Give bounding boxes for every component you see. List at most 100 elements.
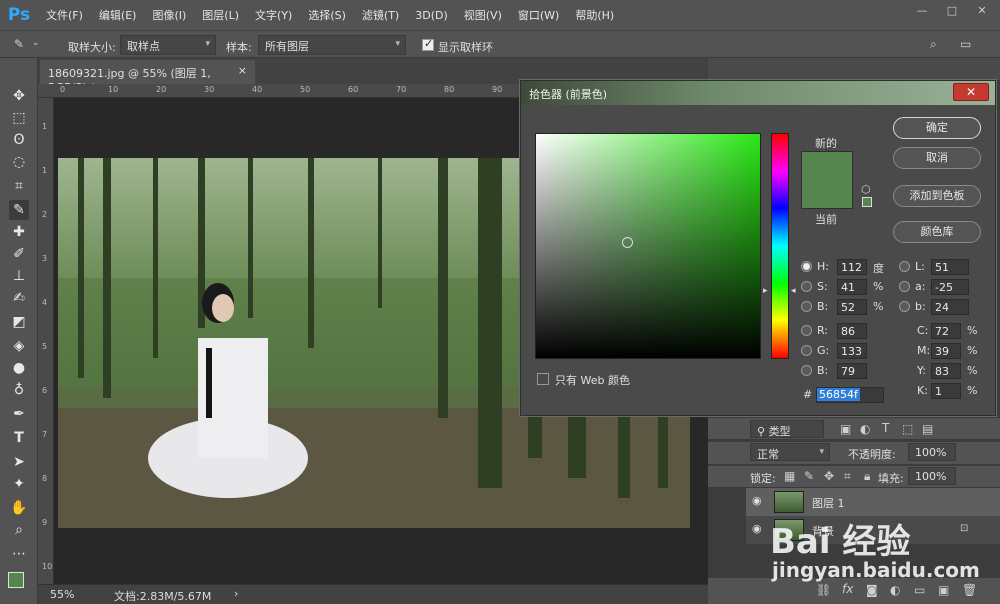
eye-icon[interactable]: ◉ bbox=[752, 494, 762, 507]
stamp-tool-icon[interactable]: ⊥ bbox=[9, 266, 29, 286]
blend-mode-dropdown[interactable]: 正常 ▾ bbox=[750, 443, 830, 461]
pen-tool-icon[interactable]: ✒ bbox=[9, 404, 29, 424]
color-libraries-button[interactable]: 颜色库 bbox=[893, 221, 981, 243]
menu-type[interactable]: 文字(Y) bbox=[247, 7, 300, 23]
opacity-input[interactable]: 100% bbox=[908, 443, 956, 461]
shape-tool-icon[interactable]: ✦ bbox=[9, 474, 29, 494]
move-tool-icon[interactable]: ✥ bbox=[9, 86, 29, 106]
menu-view[interactable]: 视图(V) bbox=[456, 7, 510, 23]
dialog-title-bar[interactable]: 拾色器 (前景色) bbox=[521, 81, 995, 105]
radio-hue[interactable] bbox=[801, 261, 812, 272]
show-ring-checkbox[interactable]: ✓ bbox=[422, 37, 434, 51]
hue-slider-right-arrow[interactable]: ◂ bbox=[791, 286, 796, 296]
smart-object-filter-icon[interactable]: ▤ bbox=[922, 422, 933, 436]
lock-transparent-icon[interactable]: ▦ bbox=[784, 469, 795, 483]
hand-tool-icon[interactable]: ✋ bbox=[9, 498, 29, 518]
layer-filter-dropdown[interactable]: ⚲ 类型 bbox=[750, 420, 824, 438]
radio-lab-l[interactable] bbox=[899, 261, 910, 272]
type-tool-icon[interactable]: T bbox=[9, 428, 29, 448]
lock-position-icon[interactable]: ✥ bbox=[824, 469, 834, 483]
lock-artboard-icon[interactable]: ⌗ bbox=[844, 469, 851, 484]
menu-help[interactable]: 帮助(H) bbox=[567, 7, 622, 23]
menu-select[interactable]: 选择(S) bbox=[300, 7, 354, 23]
lock-pixels-icon[interactable]: ✎ bbox=[804, 469, 814, 483]
pixel-filter-icon[interactable]: ▣ bbox=[840, 422, 851, 436]
close-window-button[interactable]: ✕ bbox=[972, 4, 992, 20]
lab-a-input[interactable]: -25 bbox=[931, 279, 969, 295]
hue-input[interactable]: 112 bbox=[837, 259, 867, 275]
lab-l-input[interactable]: 51 bbox=[931, 259, 969, 275]
menu-edit[interactable]: 编辑(E) bbox=[91, 7, 145, 23]
eyedropper-tool-icon[interactable]: ✎ bbox=[9, 200, 29, 220]
minimize-button[interactable]: — bbox=[912, 4, 932, 20]
gamut-cube-icon[interactable]: ⬡ bbox=[861, 183, 871, 196]
add-to-swatches-button[interactable]: 添加到色板 bbox=[893, 185, 981, 207]
brightness-input[interactable]: 52 bbox=[837, 299, 867, 315]
menu-layer[interactable]: 图层(L) bbox=[194, 7, 247, 23]
cyan-input[interactable]: 72 bbox=[931, 323, 961, 339]
crop-tool-icon[interactable]: ⌗ bbox=[9, 176, 29, 196]
dialog-close-button[interactable]: ✕ bbox=[953, 83, 989, 101]
zoom-level[interactable]: 55% bbox=[50, 588, 74, 601]
lab-b-input[interactable]: 24 bbox=[931, 299, 969, 315]
blur-tool-icon[interactable]: ● bbox=[9, 358, 29, 378]
cancel-button[interactable]: 取消 bbox=[893, 147, 981, 169]
fill-input[interactable]: 100% bbox=[908, 467, 956, 485]
lasso-tool-icon[interactable]: ʘ bbox=[9, 130, 29, 150]
hex-input[interactable]: 56854f bbox=[816, 387, 884, 403]
maximize-button[interactable]: □ bbox=[942, 4, 962, 20]
more-tools-icon[interactable]: ⋯ bbox=[9, 544, 29, 564]
radio-lab-b[interactable] bbox=[899, 301, 910, 312]
foreground-color-swatch[interactable] bbox=[8, 572, 24, 588]
path-select-icon[interactable]: ➤ bbox=[9, 452, 29, 472]
menu-filter[interactable]: 滤镜(T) bbox=[354, 7, 407, 23]
radio-red[interactable] bbox=[801, 325, 812, 336]
close-tab-icon[interactable]: × bbox=[238, 64, 247, 77]
healing-tool-icon[interactable]: ✚ bbox=[9, 222, 29, 242]
radio-blue[interactable] bbox=[801, 365, 812, 376]
brush-tool-icon[interactable]: ✐ bbox=[9, 244, 29, 264]
color-field[interactable] bbox=[535, 133, 761, 359]
paint-bucket-icon[interactable]: ◈ bbox=[9, 336, 29, 356]
shape-filter-icon[interactable]: ⬚ bbox=[902, 422, 913, 436]
magenta-input[interactable]: 39 bbox=[931, 343, 961, 359]
blue-input[interactable]: 79 bbox=[837, 363, 867, 379]
radio-saturation[interactable] bbox=[801, 281, 812, 292]
eye-icon[interactable]: ◉ bbox=[752, 522, 762, 535]
web-safe-swatch[interactable] bbox=[862, 197, 872, 207]
menu-3d[interactable]: 3D(D) bbox=[407, 9, 456, 22]
menu-image[interactable]: 图像(I) bbox=[144, 7, 194, 23]
color-picker-circle[interactable] bbox=[622, 237, 633, 248]
menu-window[interactable]: 窗口(W) bbox=[510, 7, 567, 23]
eyedropper-tool-icon[interactable]: ✎ bbox=[14, 37, 24, 51]
red-input[interactable]: 86 bbox=[837, 323, 867, 339]
radio-brightness[interactable] bbox=[801, 301, 812, 312]
web-colors-checkbox[interactable] bbox=[537, 373, 549, 385]
green-input[interactable]: 133 bbox=[837, 343, 867, 359]
sample-size-dropdown[interactable]: 取样点 ▾ bbox=[120, 35, 216, 55]
menu-file[interactable]: 文件(F) bbox=[38, 7, 91, 23]
saturation-input[interactable]: 41 bbox=[837, 279, 867, 295]
quick-select-tool-icon[interactable]: ◌ bbox=[9, 152, 29, 172]
workspace-icon[interactable]: ▭ bbox=[960, 37, 971, 51]
document-tab[interactable]: 18609321.jpg @ 55% (图层 1, RGB/8) * × bbox=[40, 60, 255, 94]
history-brush-icon[interactable]: ✍ bbox=[9, 288, 29, 308]
lock-all-icon[interactable]: 🔒︎ bbox=[864, 469, 870, 484]
sample-dropdown[interactable]: 所有图层 ▾ bbox=[258, 35, 406, 55]
black-input[interactable]: 1 bbox=[931, 383, 961, 399]
hue-slider[interactable] bbox=[771, 133, 789, 359]
search-icon[interactable]: ⌕ bbox=[930, 37, 937, 52]
hue-slider-left-arrow[interactable]: ▸ bbox=[763, 286, 768, 296]
marquee-tool-icon[interactable]: ⬚ bbox=[9, 108, 29, 128]
zoom-tool-icon[interactable]: ⌕ bbox=[9, 520, 29, 540]
eraser-tool-icon[interactable]: ◩ bbox=[9, 312, 29, 332]
type-filter-icon[interactable]: T bbox=[882, 421, 889, 435]
adjustment-filter-icon[interactable]: ◐ bbox=[860, 422, 870, 436]
dodge-tool-icon[interactable]: ♁ bbox=[9, 380, 29, 400]
radio-green[interactable] bbox=[801, 345, 812, 356]
chevron-down-icon[interactable]: ⌄ bbox=[32, 38, 40, 48]
radio-lab-a[interactable] bbox=[899, 281, 910, 292]
ok-button[interactable]: 确定 bbox=[893, 117, 981, 139]
chevron-right-icon[interactable]: › bbox=[234, 587, 238, 600]
yellow-input[interactable]: 83 bbox=[931, 363, 961, 379]
